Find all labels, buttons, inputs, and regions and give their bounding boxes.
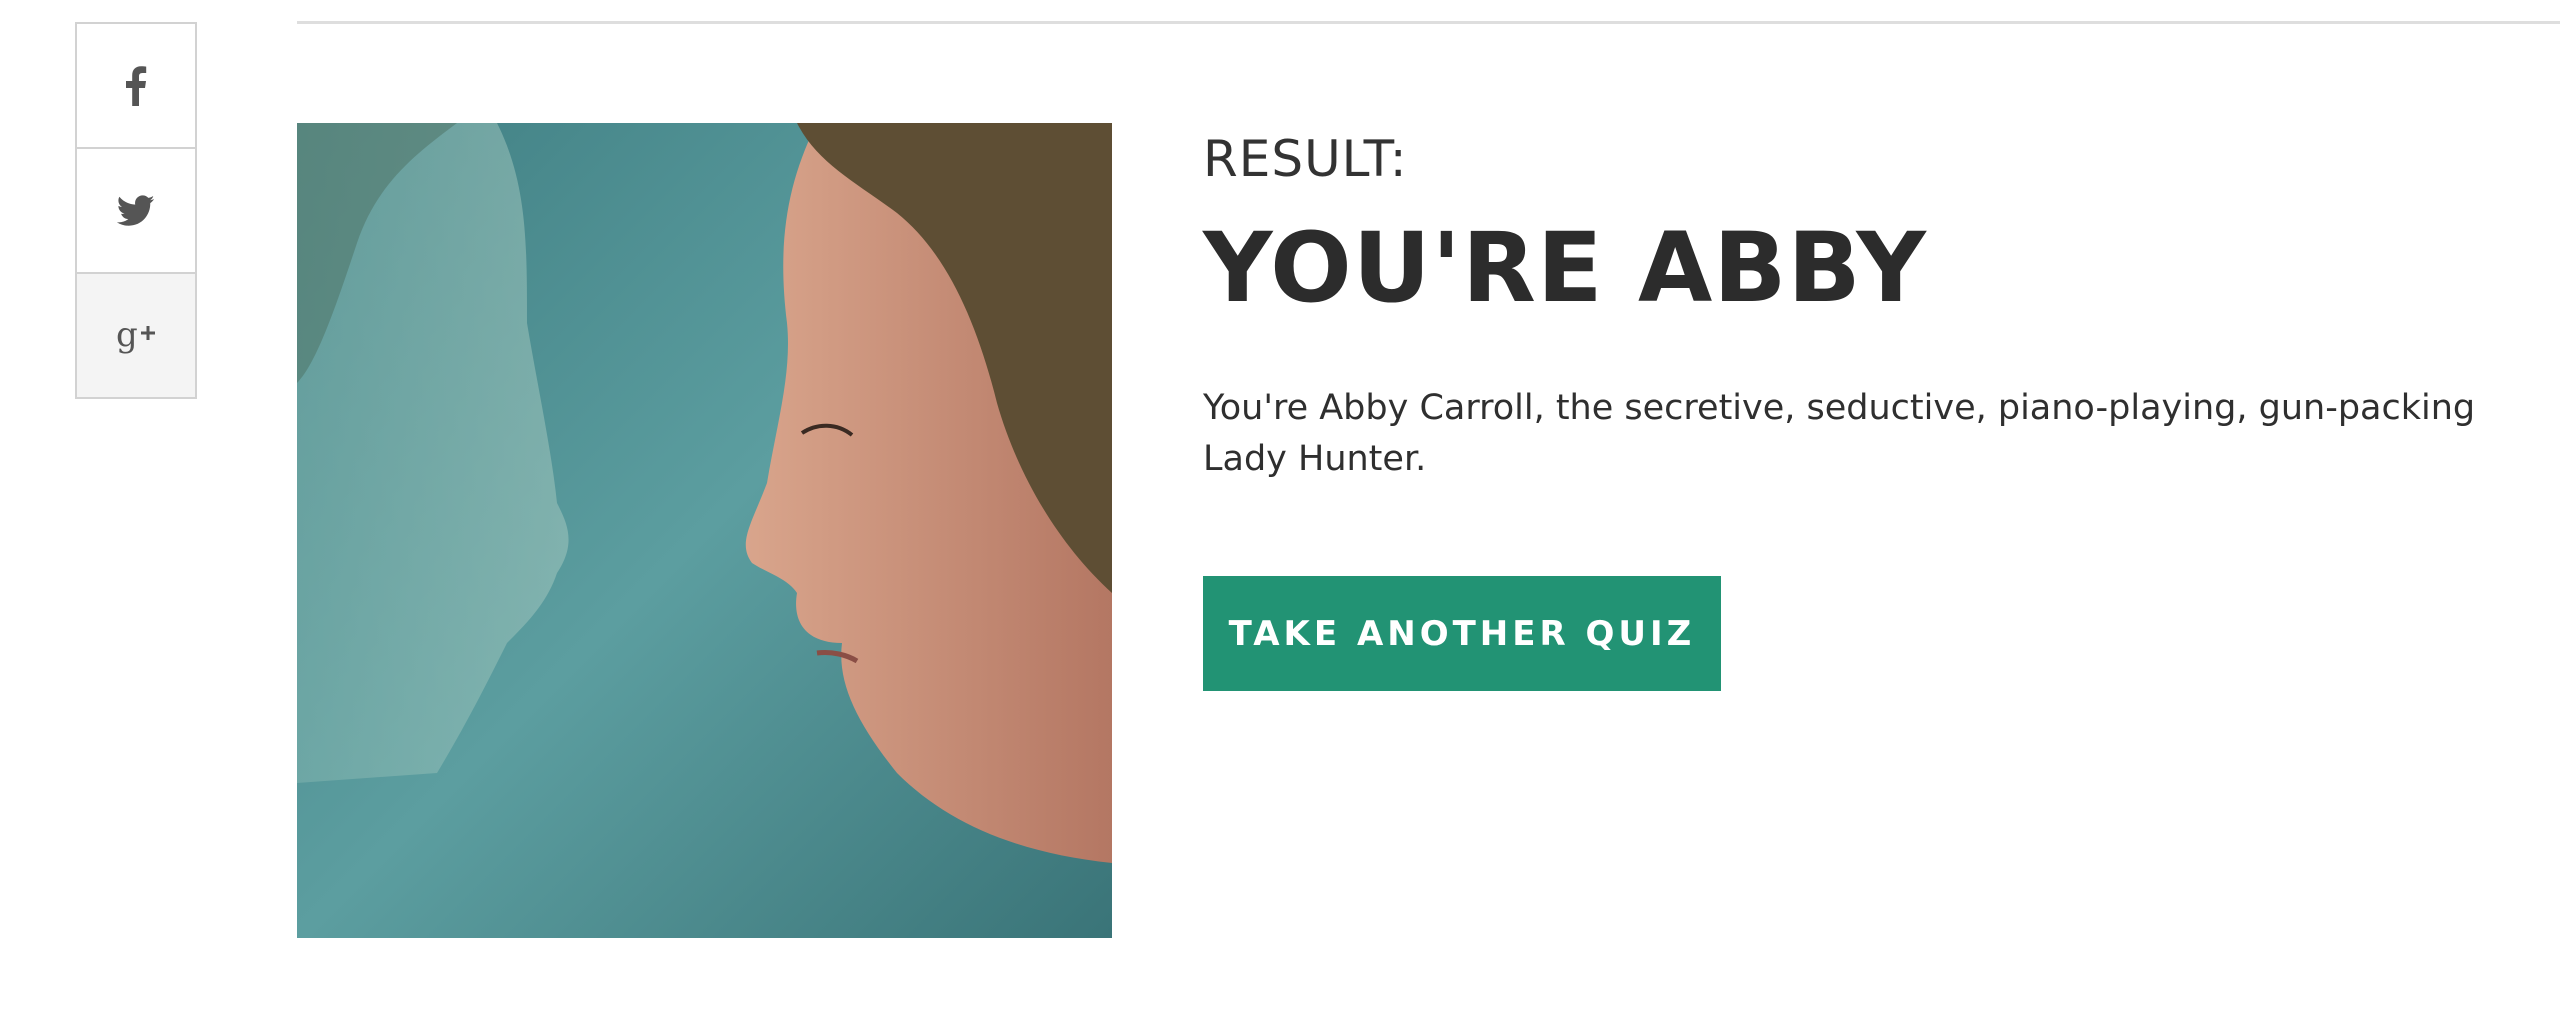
take-another-quiz-button[interactable]: TAKE ANOTHER QUIZ <box>1203 576 1721 691</box>
twitter-share-button[interactable] <box>77 149 195 274</box>
svg-text:g: g <box>116 316 138 355</box>
facebook-share-button[interactable] <box>77 24 195 149</box>
google-plus-share-button[interactable]: g <box>77 274 195 397</box>
twitter-icon <box>117 194 155 227</box>
result-title: YOU'RE ABBY <box>1203 212 1927 324</box>
result-character-image <box>297 123 1112 938</box>
social-share-bar: g <box>75 22 197 399</box>
result-label: RESULT: <box>1203 130 1408 188</box>
top-divider <box>297 21 2560 24</box>
result-description: You're Abby Carroll, the secretive, sedu… <box>1203 388 2476 479</box>
facebook-icon <box>125 65 147 106</box>
google-plus-icon: g <box>114 316 158 356</box>
result-content: RESULT: YOU'RE ABBY You're Abby Carroll,… <box>1203 123 2503 691</box>
